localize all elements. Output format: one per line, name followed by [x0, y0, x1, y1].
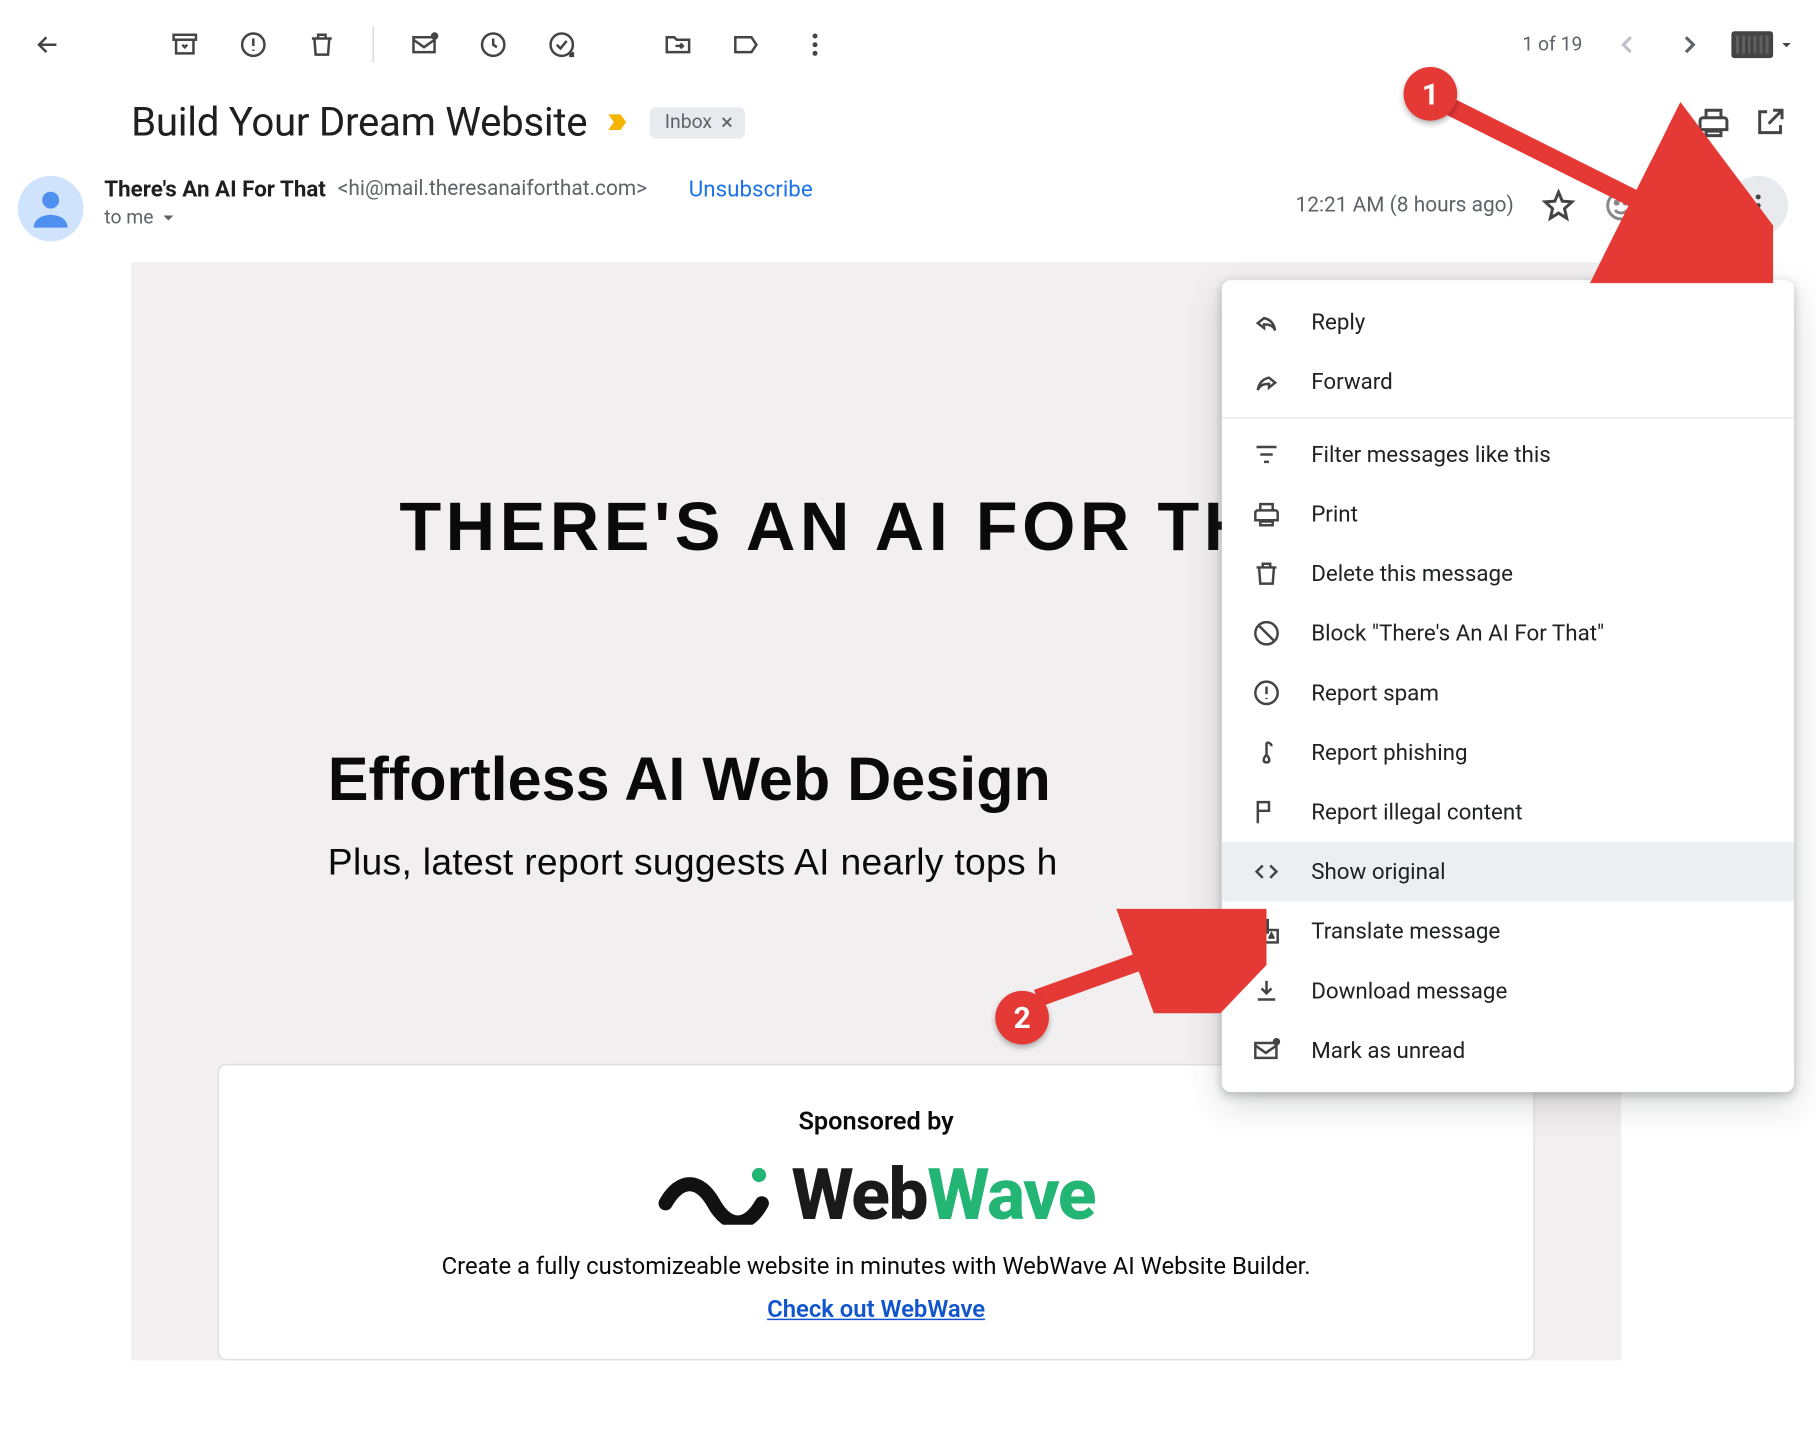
caret-down-icon	[157, 206, 181, 230]
person-icon	[25, 183, 76, 234]
menu-mark-unread[interactable]: Mark as unread	[1222, 1021, 1794, 1081]
menu-separator	[1222, 417, 1794, 418]
remove-label-icon[interactable]: ×	[721, 111, 733, 133]
sponsor-description: Create a fully customizeable website in …	[255, 1252, 1498, 1280]
label-button[interactable]	[717, 15, 777, 75]
menu-phishing[interactable]: Report phishing	[1222, 723, 1794, 783]
back-button[interactable]	[18, 15, 78, 75]
sponsor-link[interactable]: Check out WebWave	[767, 1295, 985, 1323]
inbox-chip[interactable]: Inbox ×	[650, 107, 745, 138]
spam-button[interactable]	[224, 15, 284, 75]
snooze-button[interactable]	[463, 15, 523, 75]
mark-unread-button[interactable]	[395, 15, 455, 75]
menu-block[interactable]: Block "There's An AI For That"	[1222, 603, 1794, 663]
keyboard-icon	[1731, 31, 1773, 58]
message-count: 1 of 19	[1522, 34, 1582, 56]
input-tools-button[interactable]	[1731, 31, 1797, 58]
emoji-react-button[interactable]	[1603, 188, 1639, 224]
menu-spam[interactable]: Report spam	[1222, 663, 1794, 723]
delete-button[interactable]	[292, 15, 352, 75]
sponsor-card: Sponsored by WebWave Create a fully cust…	[218, 1064, 1535, 1361]
move-button[interactable]	[648, 15, 708, 75]
subject-title: Build Your Dream Website	[131, 98, 587, 146]
webwave-mark-icon	[657, 1158, 770, 1230]
message-more-button[interactable]	[1728, 176, 1788, 236]
print-button[interactable]	[1696, 104, 1732, 140]
toolbar-separator	[373, 27, 374, 63]
message-more-menu: Reply Forward Filter messages like this …	[1222, 280, 1794, 1092]
prev-message-button[interactable]	[1600, 18, 1654, 72]
menu-delete[interactable]: Delete this message	[1222, 544, 1794, 604]
logo-text-web: Web	[791, 1152, 927, 1237]
add-task-button[interactable]	[532, 15, 592, 75]
sender-email: <hi@mail.theresanaiforthat.com>	[338, 177, 647, 201]
menu-filter[interactable]: Filter messages like this	[1222, 425, 1794, 485]
next-message-button[interactable]	[1663, 18, 1717, 72]
star-button[interactable]	[1541, 188, 1577, 224]
open-new-window-button[interactable]	[1752, 104, 1788, 140]
recipient-summary[interactable]: to me	[104, 206, 1274, 230]
menu-translate[interactable]: Translate message	[1222, 901, 1794, 961]
menu-print[interactable]: Print	[1222, 484, 1794, 544]
menu-reply[interactable]: Reply	[1222, 292, 1794, 352]
annotation-callout-1: 1	[1404, 67, 1458, 121]
menu-forward[interactable]: Forward	[1222, 352, 1794, 412]
more-actions-button[interactable]	[785, 15, 845, 75]
archive-button[interactable]	[155, 15, 215, 75]
importance-marker-icon[interactable]	[605, 109, 632, 136]
sender-name: There's An AI For That	[104, 176, 326, 203]
menu-download[interactable]: Download message	[1222, 961, 1794, 1021]
caret-down-icon	[1776, 34, 1797, 55]
chip-label: Inbox	[665, 111, 712, 133]
annotation-callout-2: 2	[995, 991, 1049, 1045]
sender-avatar[interactable]	[18, 176, 84, 242]
menu-show-original[interactable]: Show original	[1222, 842, 1794, 902]
unsubscribe-link[interactable]: Unsubscribe	[689, 176, 813, 203]
logo-text-wave: Wave	[927, 1152, 1095, 1237]
sponsor-label: Sponsored by	[255, 1107, 1498, 1137]
reply-button[interactable]	[1666, 188, 1702, 224]
message-date: 12:21 AM (8 hours ago)	[1296, 194, 1514, 218]
menu-illegal[interactable]: Report illegal content	[1222, 782, 1794, 842]
